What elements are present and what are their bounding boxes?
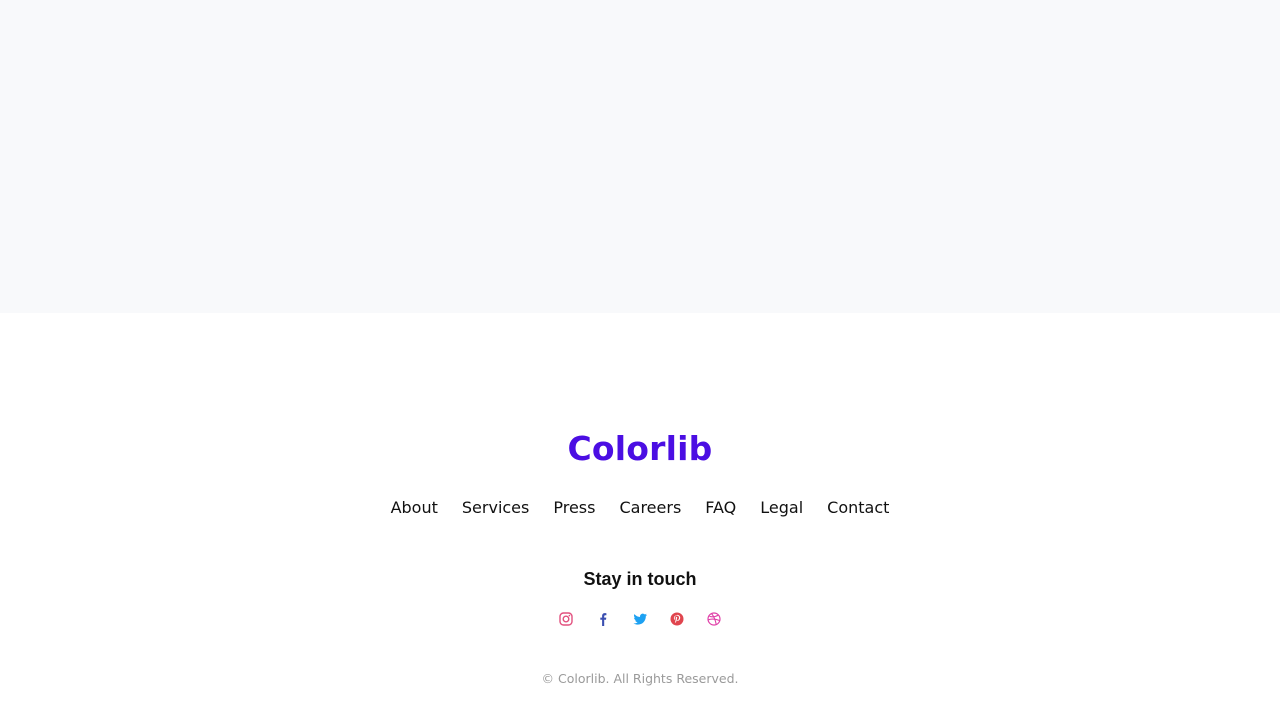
site-footer: Colorlib About Services Press Careers FA…: [0, 313, 1280, 720]
footer-brand-logo[interactable]: Colorlib: [0, 427, 1280, 471]
stay-in-touch-heading: Stay in touch: [583, 569, 697, 589]
footer-nav: About Services Press Careers FAQ Legal C…: [0, 498, 1280, 518]
copyright-text: © Colorlib. All Rights Reserved.: [541, 671, 739, 686]
footer-nav-about[interactable]: About: [391, 498, 438, 518]
footer-nav-contact[interactable]: Contact: [827, 498, 889, 518]
twitter-icon[interactable]: [632, 610, 649, 627]
footer-nav-faq[interactable]: FAQ: [705, 498, 736, 518]
footer-nav-legal[interactable]: Legal: [760, 498, 803, 518]
footer-nav-press[interactable]: Press: [553, 498, 595, 518]
facebook-icon[interactable]: [595, 610, 612, 627]
social-links: [0, 610, 1280, 627]
dribbble-icon[interactable]: [706, 610, 723, 627]
footer-nav-careers[interactable]: Careers: [619, 498, 681, 518]
pinterest-icon[interactable]: [669, 610, 686, 627]
hero-placeholder-band: [0, 0, 1280, 313]
footer-nav-services[interactable]: Services: [462, 498, 529, 518]
instagram-icon[interactable]: [558, 610, 575, 627]
